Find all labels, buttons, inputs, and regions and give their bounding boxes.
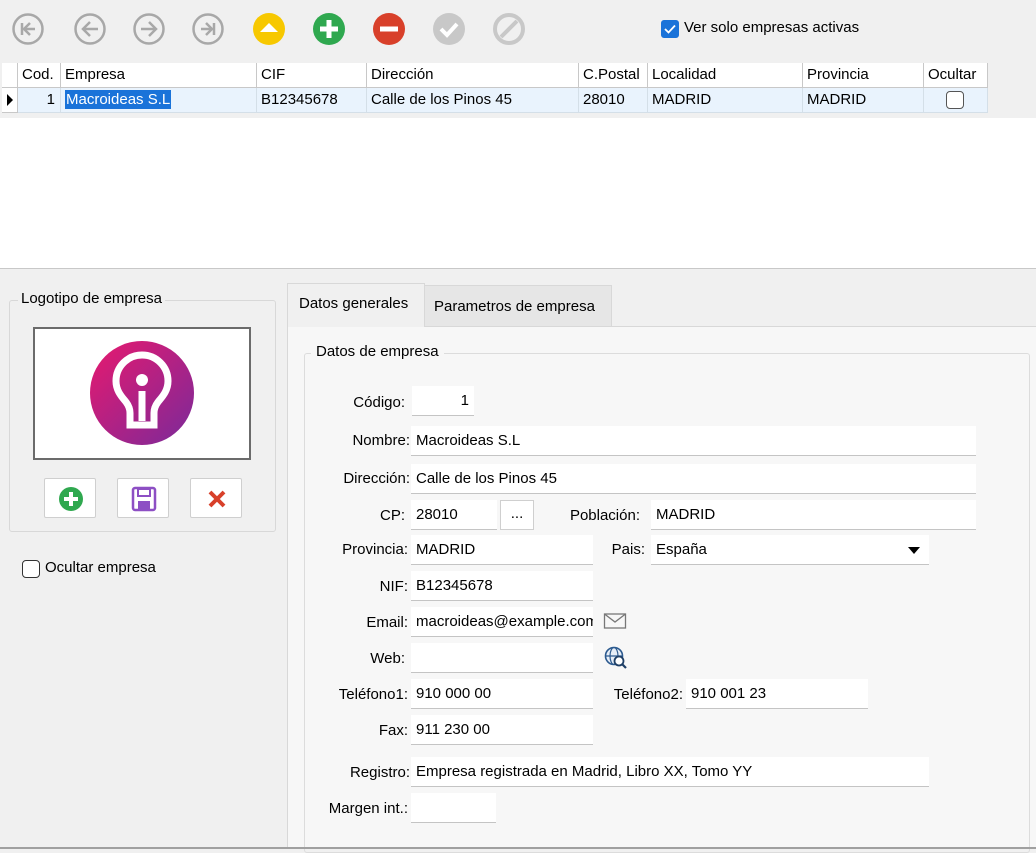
remove-logo-icon	[208, 490, 226, 508]
tab-datos-generales-label: Datos generales	[299, 295, 409, 312]
confirm-icon	[433, 13, 465, 45]
delete-record-button[interactable]	[372, 12, 406, 46]
provincia-field[interactable]: MADRID	[411, 535, 593, 565]
tab-parametros-empresa-label: Parametros de empresa	[434, 298, 595, 315]
companies-grid: Cod. Empresa CIF Dirección C.Postal Loca…	[2, 63, 988, 118]
save-logo-button[interactable]	[117, 478, 169, 518]
company-logo-image	[90, 341, 194, 445]
check-icon	[664, 24, 676, 34]
poblacion-field[interactable]: MADRID	[651, 500, 976, 530]
grid-indicator-header	[2, 63, 18, 88]
column-header-direccion[interactable]: Dirección	[367, 63, 579, 88]
send-email-button[interactable]	[603, 611, 627, 631]
next-record-icon	[133, 13, 165, 45]
next-record-button[interactable]	[132, 12, 166, 46]
codigo-label: Código:	[353, 394, 405, 411]
registro-label: Registro:	[349, 764, 410, 781]
provincia-label: Provincia:	[342, 541, 408, 558]
grid-empty-area	[0, 118, 1036, 268]
first-record-button[interactable]	[11, 12, 45, 46]
chevron-down-icon	[908, 547, 920, 554]
nombre-label: Nombre:	[352, 432, 410, 449]
direccion-label: Dirección:	[343, 470, 410, 487]
cancel-button[interactable]	[492, 12, 526, 46]
cancel-icon	[493, 13, 525, 45]
cell-localidad[interactable]: MADRID	[648, 88, 803, 113]
hide-company-label: Ocultar empresa	[45, 559, 156, 576]
remove-logo-button[interactable]	[190, 478, 242, 518]
cell-direccion[interactable]: Calle de los Pinos 45	[367, 88, 579, 113]
envelope-icon	[603, 613, 627, 629]
web-label: Web:	[370, 650, 405, 667]
splitter[interactable]	[0, 268, 1036, 269]
telefono1-label: Teléfono1:	[338, 686, 408, 703]
open-web-button[interactable]	[603, 645, 629, 671]
delete-record-icon	[373, 13, 405, 45]
confirm-button[interactable]	[432, 12, 466, 46]
pais-select[interactable]: España	[651, 535, 929, 565]
active-only-label: Ver solo empresas activas	[684, 19, 860, 36]
poblacion-label: Población:	[569, 507, 640, 524]
cp-label: CP:	[379, 507, 405, 524]
ocultar-row-checkbox[interactable]	[946, 91, 964, 109]
last-record-icon	[192, 13, 224, 45]
cell-cpostal[interactable]: 28010	[579, 88, 648, 113]
cell-ocultar[interactable]	[924, 88, 988, 113]
add-record-icon	[313, 13, 345, 45]
toolbar: Ver solo empresas activas	[0, 0, 1036, 60]
column-header-ocultar[interactable]: Ocultar	[924, 63, 988, 88]
row-indicator	[2, 88, 18, 113]
column-header-provincia[interactable]: Provincia	[803, 63, 924, 88]
tab-parametros-empresa[interactable]: Parametros de empresa	[424, 285, 612, 327]
add-logo-button[interactable]	[44, 478, 96, 518]
pais-selected-value: España	[656, 541, 707, 558]
column-header-cif[interactable]: CIF	[257, 63, 367, 88]
edit-record-icon	[253, 13, 285, 45]
nif-label: NIF:	[379, 578, 408, 595]
save-logo-icon	[131, 486, 157, 512]
cell-empresa-selected-text: Macroideas S.L	[65, 90, 172, 109]
company-logo-frame	[33, 327, 251, 460]
telefono2-label: Teléfono2:	[613, 686, 683, 703]
column-header-empresa[interactable]: Empresa	[61, 63, 257, 88]
current-row-arrow-icon	[7, 94, 13, 106]
nombre-field[interactable]: Macroideas S.L	[411, 426, 976, 456]
column-header-cod[interactable]: Cod.	[18, 63, 61, 88]
cell-provincia[interactable]: MADRID	[803, 88, 924, 113]
globe-search-icon	[604, 646, 627, 669]
nif-field[interactable]: B12345678	[411, 571, 593, 601]
previous-record-button[interactable]	[73, 12, 107, 46]
fax-label: Fax:	[378, 722, 408, 739]
add-record-button[interactable]	[312, 12, 346, 46]
margen-field[interactable]	[411, 793, 496, 823]
active-only-checkbox[interactable]	[661, 20, 679, 38]
registro-field[interactable]: Empresa registrada en Madrid, Libro XX, …	[411, 757, 929, 787]
cell-cif[interactable]: B12345678	[257, 88, 367, 113]
tab-datos-generales[interactable]: Datos generales	[287, 283, 425, 327]
add-logo-icon	[59, 487, 83, 511]
column-header-localidad[interactable]: Localidad	[648, 63, 803, 88]
fax-field[interactable]: 911 230 00	[411, 715, 593, 745]
codigo-field[interactable]: 1	[412, 386, 474, 416]
web-field[interactable]	[411, 643, 593, 673]
previous-record-icon	[74, 13, 106, 45]
last-record-button[interactable]	[191, 12, 225, 46]
company-data-groupbox-title: Datos de empresa	[311, 343, 444, 360]
margen-label: Margen int.:	[328, 800, 408, 817]
cell-cod[interactable]: 1	[18, 88, 61, 113]
logo-groupbox-title: Logotipo de empresa	[18, 290, 165, 307]
direccion-field[interactable]: Calle de los Pinos 45	[411, 464, 976, 494]
pais-label: Pais:	[611, 541, 645, 558]
first-record-icon	[12, 13, 44, 45]
email-label: Email:	[366, 614, 408, 631]
telefono1-field[interactable]: 910 000 00	[411, 679, 593, 709]
cp-browse-button[interactable]: ...	[500, 500, 534, 530]
cell-empresa[interactable]: Macroideas S.L	[61, 88, 257, 113]
edit-record-button[interactable]	[252, 12, 286, 46]
hide-company-checkbox[interactable]	[22, 560, 40, 578]
email-field[interactable]: macroideas@example.com	[411, 607, 593, 637]
cp-field[interactable]: 28010	[411, 500, 497, 530]
column-header-cpostal[interactable]: C.Postal	[579, 63, 648, 88]
telefono2-field[interactable]: 910 001 23	[686, 679, 868, 709]
